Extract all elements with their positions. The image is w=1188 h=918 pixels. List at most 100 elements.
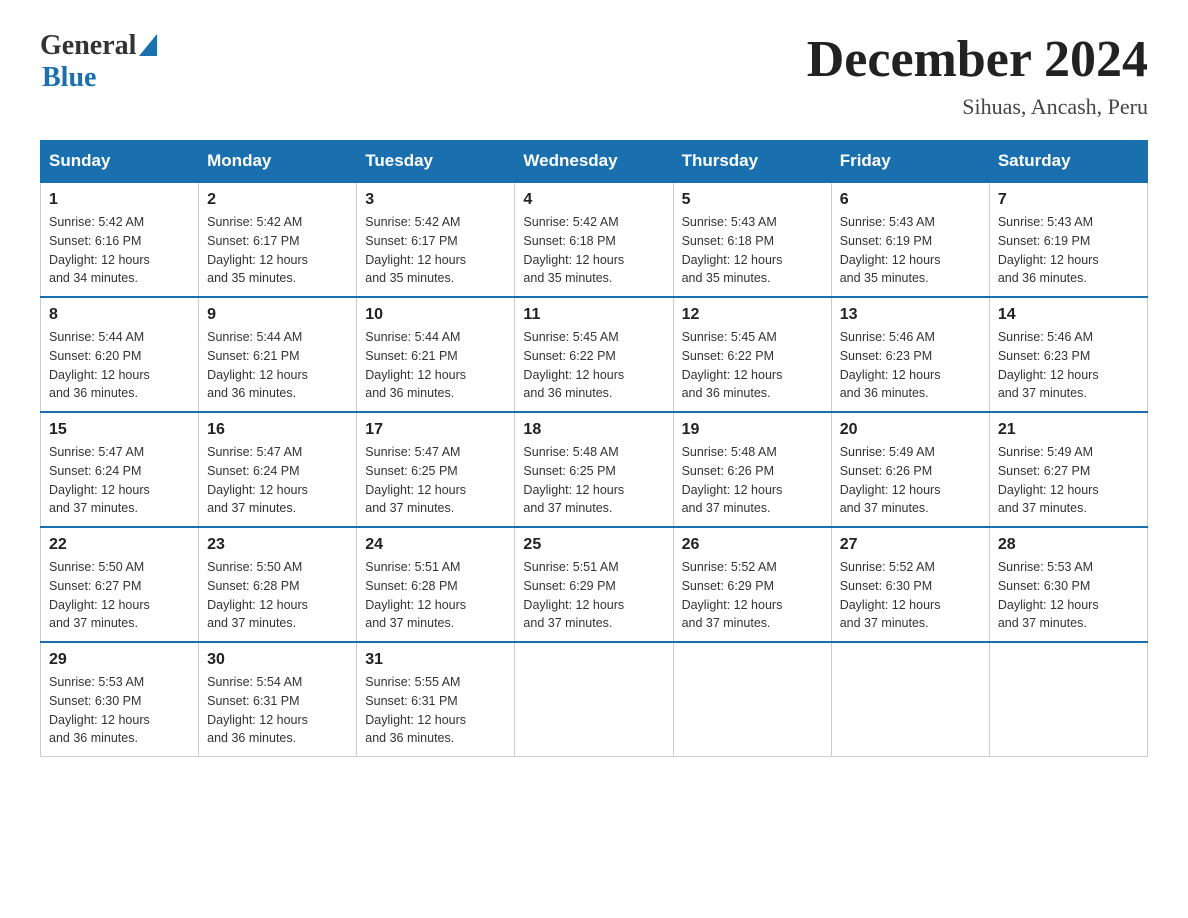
title-block: December 2024 Sihuas, Ancash, Peru — [807, 30, 1148, 120]
calendar-week-row: 29 Sunrise: 5:53 AMSunset: 6:30 PMDaylig… — [41, 642, 1148, 757]
calendar-cell: 15 Sunrise: 5:47 AMSunset: 6:24 PMDaylig… — [41, 412, 199, 527]
day-number: 30 — [207, 651, 348, 669]
day-number: 5 — [682, 191, 823, 209]
day-info: Sunrise: 5:45 AMSunset: 6:22 PMDaylight:… — [523, 330, 624, 400]
calendar-cell: 3 Sunrise: 5:42 AMSunset: 6:17 PMDayligh… — [357, 182, 515, 297]
day-info: Sunrise: 5:54 AMSunset: 6:31 PMDaylight:… — [207, 675, 308, 745]
day-number: 6 — [840, 191, 981, 209]
day-number: 16 — [207, 421, 348, 439]
day-info: Sunrise: 5:43 AMSunset: 6:18 PMDaylight:… — [682, 215, 783, 285]
calendar-cell: 25 Sunrise: 5:51 AMSunset: 6:29 PMDaylig… — [515, 527, 673, 642]
calendar-header-sunday: Sunday — [41, 141, 199, 183]
calendar-header-friday: Friday — [831, 141, 989, 183]
day-number: 23 — [207, 536, 348, 554]
calendar-cell: 5 Sunrise: 5:43 AMSunset: 6:18 PMDayligh… — [673, 182, 831, 297]
day-info: Sunrise: 5:44 AMSunset: 6:21 PMDaylight:… — [365, 330, 466, 400]
day-number: 2 — [207, 191, 348, 209]
calendar-cell — [831, 642, 989, 757]
day-info: Sunrise: 5:46 AMSunset: 6:23 PMDaylight:… — [840, 330, 941, 400]
calendar-cell: 6 Sunrise: 5:43 AMSunset: 6:19 PMDayligh… — [831, 182, 989, 297]
calendar-week-row: 22 Sunrise: 5:50 AMSunset: 6:27 PMDaylig… — [41, 527, 1148, 642]
logo-general-text: General — [40, 30, 136, 62]
day-info: Sunrise: 5:51 AMSunset: 6:29 PMDaylight:… — [523, 560, 624, 630]
calendar-cell: 10 Sunrise: 5:44 AMSunset: 6:21 PMDaylig… — [357, 297, 515, 412]
day-number: 12 — [682, 306, 823, 324]
calendar-header-monday: Monday — [199, 141, 357, 183]
calendar-cell: 20 Sunrise: 5:49 AMSunset: 6:26 PMDaylig… — [831, 412, 989, 527]
calendar-cell: 31 Sunrise: 5:55 AMSunset: 6:31 PMDaylig… — [357, 642, 515, 757]
page-subtitle: Sihuas, Ancash, Peru — [807, 94, 1148, 120]
day-number: 29 — [49, 651, 190, 669]
logo: General Blue — [40, 30, 157, 94]
day-number: 8 — [49, 306, 190, 324]
day-number: 27 — [840, 536, 981, 554]
calendar-week-row: 1 Sunrise: 5:42 AMSunset: 6:16 PMDayligh… — [41, 182, 1148, 297]
day-info: Sunrise: 5:48 AMSunset: 6:25 PMDaylight:… — [523, 445, 624, 515]
day-info: Sunrise: 5:43 AMSunset: 6:19 PMDaylight:… — [998, 215, 1099, 285]
calendar-cell: 17 Sunrise: 5:47 AMSunset: 6:25 PMDaylig… — [357, 412, 515, 527]
day-info: Sunrise: 5:47 AMSunset: 6:25 PMDaylight:… — [365, 445, 466, 515]
logo-blue-text: Blue — [42, 62, 96, 94]
calendar-cell — [989, 642, 1147, 757]
day-info: Sunrise: 5:48 AMSunset: 6:26 PMDaylight:… — [682, 445, 783, 515]
day-info: Sunrise: 5:51 AMSunset: 6:28 PMDaylight:… — [365, 560, 466, 630]
calendar-cell: 11 Sunrise: 5:45 AMSunset: 6:22 PMDaylig… — [515, 297, 673, 412]
calendar-cell: 2 Sunrise: 5:42 AMSunset: 6:17 PMDayligh… — [199, 182, 357, 297]
day-number: 26 — [682, 536, 823, 554]
calendar-cell: 16 Sunrise: 5:47 AMSunset: 6:24 PMDaylig… — [199, 412, 357, 527]
calendar-header-thursday: Thursday — [673, 141, 831, 183]
day-number: 7 — [998, 191, 1139, 209]
day-info: Sunrise: 5:52 AMSunset: 6:29 PMDaylight:… — [682, 560, 783, 630]
page-title: December 2024 — [807, 30, 1148, 89]
day-number: 10 — [365, 306, 506, 324]
calendar-header-wednesday: Wednesday — [515, 141, 673, 183]
day-number: 13 — [840, 306, 981, 324]
day-number: 28 — [998, 536, 1139, 554]
day-number: 14 — [998, 306, 1139, 324]
day-info: Sunrise: 5:46 AMSunset: 6:23 PMDaylight:… — [998, 330, 1099, 400]
day-info: Sunrise: 5:50 AMSunset: 6:28 PMDaylight:… — [207, 560, 308, 630]
day-info: Sunrise: 5:42 AMSunset: 6:16 PMDaylight:… — [49, 215, 150, 285]
calendar-cell: 28 Sunrise: 5:53 AMSunset: 6:30 PMDaylig… — [989, 527, 1147, 642]
day-number: 31 — [365, 651, 506, 669]
calendar-cell: 30 Sunrise: 5:54 AMSunset: 6:31 PMDaylig… — [199, 642, 357, 757]
calendar-cell: 4 Sunrise: 5:42 AMSunset: 6:18 PMDayligh… — [515, 182, 673, 297]
day-info: Sunrise: 5:47 AMSunset: 6:24 PMDaylight:… — [49, 445, 150, 515]
calendar-cell: 7 Sunrise: 5:43 AMSunset: 6:19 PMDayligh… — [989, 182, 1147, 297]
calendar-header-tuesday: Tuesday — [357, 141, 515, 183]
day-number: 22 — [49, 536, 190, 554]
day-info: Sunrise: 5:55 AMSunset: 6:31 PMDaylight:… — [365, 675, 466, 745]
calendar-header-saturday: Saturday — [989, 141, 1147, 183]
calendar-table: SundayMondayTuesdayWednesdayThursdayFrid… — [40, 140, 1148, 757]
logo-triangle-icon — [139, 34, 157, 56]
page-header: General Blue December 2024 Sihuas, Ancas… — [40, 30, 1148, 120]
day-number: 18 — [523, 421, 664, 439]
day-info: Sunrise: 5:52 AMSunset: 6:30 PMDaylight:… — [840, 560, 941, 630]
day-number: 4 — [523, 191, 664, 209]
day-number: 9 — [207, 306, 348, 324]
calendar-cell: 9 Sunrise: 5:44 AMSunset: 6:21 PMDayligh… — [199, 297, 357, 412]
calendar-cell — [673, 642, 831, 757]
day-number: 20 — [840, 421, 981, 439]
calendar-cell: 29 Sunrise: 5:53 AMSunset: 6:30 PMDaylig… — [41, 642, 199, 757]
day-number: 25 — [523, 536, 664, 554]
day-number: 15 — [49, 421, 190, 439]
calendar-cell: 21 Sunrise: 5:49 AMSunset: 6:27 PMDaylig… — [989, 412, 1147, 527]
day-info: Sunrise: 5:50 AMSunset: 6:27 PMDaylight:… — [49, 560, 150, 630]
day-number: 11 — [523, 306, 664, 324]
day-info: Sunrise: 5:43 AMSunset: 6:19 PMDaylight:… — [840, 215, 941, 285]
day-number: 24 — [365, 536, 506, 554]
day-info: Sunrise: 5:42 AMSunset: 6:17 PMDaylight:… — [207, 215, 308, 285]
calendar-cell: 12 Sunrise: 5:45 AMSunset: 6:22 PMDaylig… — [673, 297, 831, 412]
day-number: 19 — [682, 421, 823, 439]
day-info: Sunrise: 5:42 AMSunset: 6:17 PMDaylight:… — [365, 215, 466, 285]
day-number: 3 — [365, 191, 506, 209]
day-number: 1 — [49, 191, 190, 209]
day-info: Sunrise: 5:53 AMSunset: 6:30 PMDaylight:… — [49, 675, 150, 745]
calendar-cell: 8 Sunrise: 5:44 AMSunset: 6:20 PMDayligh… — [41, 297, 199, 412]
calendar-cell: 1 Sunrise: 5:42 AMSunset: 6:16 PMDayligh… — [41, 182, 199, 297]
calendar-cell — [515, 642, 673, 757]
calendar-cell: 24 Sunrise: 5:51 AMSunset: 6:28 PMDaylig… — [357, 527, 515, 642]
calendar-cell: 23 Sunrise: 5:50 AMSunset: 6:28 PMDaylig… — [199, 527, 357, 642]
day-info: Sunrise: 5:45 AMSunset: 6:22 PMDaylight:… — [682, 330, 783, 400]
